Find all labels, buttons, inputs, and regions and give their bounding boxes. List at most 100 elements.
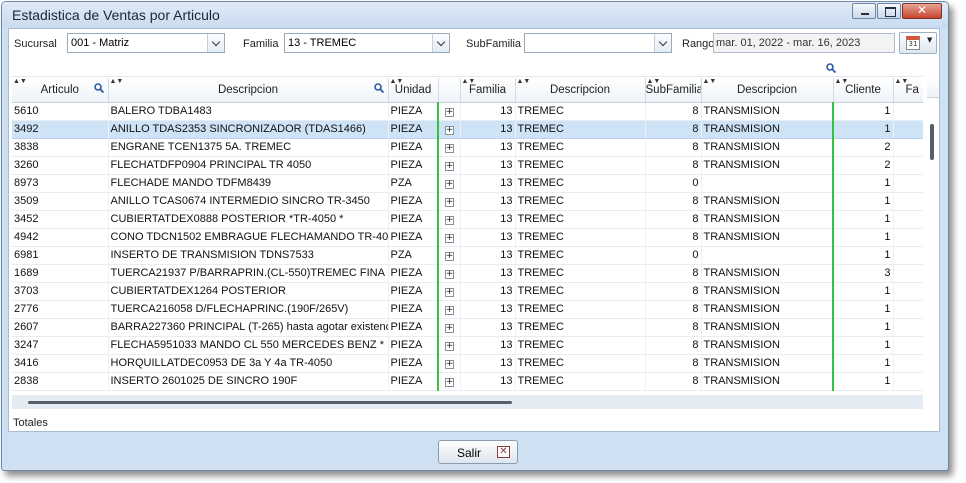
cell-cliente: 1 — [833, 120, 894, 139]
header-articulo[interactable]: ▲▼ Articulo — [12, 78, 109, 103]
expand-icon[interactable]: + — [444, 234, 454, 243]
cell-unidad: PIEZA — [388, 264, 439, 283]
cell-cliente: 1 — [833, 300, 894, 319]
table-row[interactable]: 8973 FLECHADE MANDO TDFM8439 PZA +13 TREMEC 0… — [12, 174, 923, 193]
header-expand — [438, 78, 461, 103]
chevron-down-icon[interactable] — [432, 34, 449, 52]
header-fa[interactable]: ▲▼ Fa — [893, 78, 923, 103]
horizontal-scroll-thumb[interactable] — [28, 401, 512, 404]
cell-fam-desc: TREMEC — [515, 372, 646, 391]
cell-unidad: PIEZA — [388, 318, 439, 337]
table-row[interactable]: 3492 ANILLO TDAS2353 SINCRONIZADOR (TDAS1… — [12, 120, 923, 139]
table-row[interactable]: 5610 BALERO TDBA1483 PIEZA +13 TREMEC 8 TRANSM… — [12, 102, 923, 121]
familia-select[interactable]: 13 - TREMEC — [284, 33, 450, 53]
table-row[interactable]: 3416 HORQUILLATDEC0953 DE 3a Y 4a TR-4050… — [12, 354, 923, 373]
table-row[interactable]: 3838 ENGRANE TCEN1375 5A. TREMEC PIEZA +13 T… — [12, 138, 923, 157]
expand-cell: + — [438, 372, 461, 391]
cell-cliente: 1 — [833, 246, 894, 265]
header-descripcion[interactable]: ▲▼ Descripcion — [108, 78, 389, 103]
expand-icon[interactable]: + — [444, 180, 454, 189]
sort-icon: ▲▼ — [834, 78, 849, 85]
expand-cell: + — [438, 300, 461, 319]
close-button[interactable] — [902, 3, 942, 19]
cell-articulo: 3247 — [12, 336, 109, 355]
calendar-button[interactable]: 31 ▼ — [899, 32, 937, 54]
cell-articulo: 8973 — [12, 174, 109, 193]
sales-table: ▲▼ Articulo ▲▼ Descripcion ▲▼ Unidad ▲▼ … — [12, 78, 923, 391]
expand-icon[interactable]: + — [444, 360, 454, 369]
chevron-down-icon[interactable] — [207, 34, 224, 52]
cell-subfamilia: 8 — [645, 372, 702, 391]
content-panel: Sucursal 001 - Matriz Familia 13 - TREME… — [8, 28, 940, 432]
header-familia-label: Familia — [468, 83, 507, 96]
expand-icon[interactable]: + — [444, 270, 454, 279]
table-row[interactable]: 3703 CUBIERTATDEX1264 POSTERIOR PIEZA +13 TR… — [12, 282, 923, 301]
maximize-button[interactable] — [877, 3, 901, 19]
table-row[interactable]: 2776 TUERCA216058 D/FLECHAPRINC.(190F/265… — [12, 300, 923, 319]
title-bar[interactable]: Estadistica de Ventas por Articulo — [2, 2, 948, 28]
cell-descripcion: FLECHATDFP0904 PRINCIPAL TR 4050 — [108, 156, 389, 175]
expand-icon[interactable]: + — [444, 216, 454, 225]
horizontal-scrollbar[interactable] — [12, 395, 923, 409]
cell-fa — [893, 246, 923, 265]
salir-button[interactable]: Salir ✕ — [438, 440, 518, 464]
minimize-button[interactable] — [852, 3, 876, 19]
header-cliente[interactable]: ▲▼ Cliente — [833, 78, 894, 103]
cell-sub-desc: TRANSMISION — [701, 354, 834, 373]
expand-icon[interactable]: + — [444, 144, 454, 153]
cell-subfamilia: 8 — [645, 192, 702, 211]
search-icon[interactable] — [826, 63, 836, 73]
table-row[interactable]: 1689 TUERCA21937 P/BARRAPRIN.(CL-550)TREM… — [12, 264, 923, 283]
search-icon[interactable] — [373, 83, 384, 93]
cell-fam-desc: TREMEC — [515, 300, 646, 319]
table-row[interactable]: 2607 BARRA227360 PRINCIPAL (T-265) hasta … — [12, 318, 923, 337]
vertical-scrollbar[interactable] — [927, 95, 937, 395]
cell-familia: 13 — [460, 318, 516, 337]
header-familia-descripcion-label: Descripcion — [549, 83, 611, 96]
sort-icon: ▲▼ — [702, 78, 717, 85]
table-row[interactable]: 3452 CUBIERTATDEX0888 POSTERIOR *TR-4050 … — [12, 210, 923, 229]
cell-familia: 13 — [460, 174, 516, 193]
cell-articulo: 6981 — [12, 246, 109, 265]
cell-familia: 13 — [460, 138, 516, 157]
table-row[interactable]: 3260 FLECHATDFP0904 PRINCIPAL TR 4050 PIEZ… — [12, 156, 923, 175]
header-subfamilia-label: SubFamilia — [645, 83, 701, 96]
expand-icon[interactable]: + — [444, 306, 454, 315]
cell-familia: 13 — [460, 264, 516, 283]
date-range-field[interactable]: mar. 01, 2022 - mar. 16, 2023 — [713, 33, 895, 53]
header-fa-label: Fa — [905, 83, 919, 96]
expand-icon[interactable]: + — [444, 288, 454, 297]
expand-icon[interactable]: + — [444, 342, 454, 351]
expand-icon[interactable]: + — [444, 126, 454, 135]
expand-icon[interactable]: + — [444, 324, 454, 333]
subfamilia-select[interactable] — [524, 33, 672, 53]
table-row[interactable]: 6981 INSERTO DE TRANSMISION TDNS7533 PZA +1… — [12, 246, 923, 265]
cell-fa — [893, 354, 923, 373]
expand-icon[interactable]: + — [444, 198, 454, 207]
header-familia[interactable]: ▲▼ Familia — [460, 78, 516, 103]
expand-icon[interactable]: + — [444, 162, 454, 171]
cell-articulo: 3703 — [12, 282, 109, 301]
chevron-down-icon[interactable] — [654, 34, 671, 52]
expand-icon[interactable]: + — [444, 108, 454, 117]
cell-cliente: 1 — [833, 336, 894, 355]
cell-articulo: 3260 — [12, 156, 109, 175]
expand-icon[interactable]: + — [444, 252, 454, 261]
table-row[interactable]: 3509 ANILLO TCAS0674 INTERMEDIO SINCRO TR… — [12, 192, 923, 211]
header-unidad[interactable]: ▲▼ Unidad — [388, 78, 439, 103]
table-row[interactable]: 3247 FLECHA5951033 MANDO CL 550 MERCEDES … — [12, 336, 923, 355]
sucursal-select[interactable]: 001 - Matriz — [67, 33, 225, 53]
cell-familia: 13 — [460, 336, 516, 355]
header-familia-descripcion[interactable]: ▲▼ Descripcion — [515, 78, 646, 103]
sort-icon: ▲▼ — [13, 78, 27, 85]
header-subfamilia-descripcion[interactable]: ▲▼ Descripcion — [701, 78, 834, 103]
expand-cell: + — [438, 354, 461, 373]
vertical-scroll-thumb[interactable] — [930, 124, 934, 160]
table-row[interactable]: 2838 INSERTO 2601025 DE SINCRO 190F PIEZA +… — [12, 372, 923, 391]
search-icon[interactable] — [93, 83, 104, 93]
expand-icon[interactable]: + — [444, 378, 454, 387]
rango-label: Rango — [682, 38, 715, 50]
header-subfamilia[interactable]: ▲▼ SubFamilia — [645, 78, 702, 103]
table-row[interactable]: 4942 CONO TDCN1502 EMBRAGUE FLECHAMANDO T… — [12, 228, 923, 247]
header-unidad-label: Unidad — [394, 83, 432, 96]
